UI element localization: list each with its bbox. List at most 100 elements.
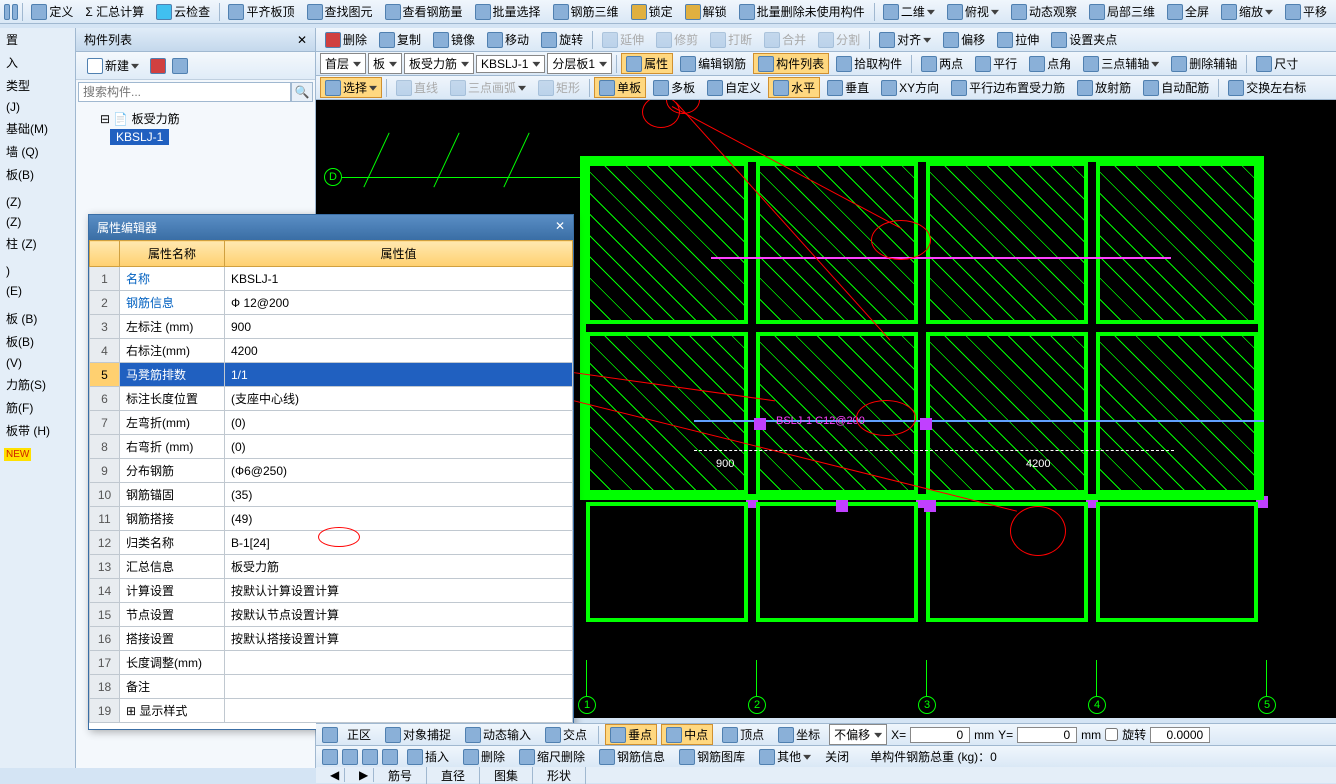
properties-button[interactable]: 属性 (621, 53, 673, 74)
floor-combo[interactable]: 首层 (320, 53, 366, 74)
slab-cell[interactable] (1096, 502, 1258, 622)
category-item[interactable]: (J) (0, 97, 75, 117)
merge-button[interactable]: 合并 (759, 29, 811, 50)
mirror-button[interactable]: 镜像 (428, 29, 480, 50)
pick-component-button[interactable]: 拾取构件 (831, 53, 907, 74)
rect-button[interactable]: 矩形 (533, 77, 585, 98)
member-combo[interactable]: KBSLJ-1 (476, 55, 545, 73)
component-combo[interactable]: 板 (368, 53, 402, 74)
local-3d-button[interactable]: 局部三维 (1084, 1, 1160, 22)
grip-handle[interactable] (754, 418, 766, 430)
coord-button[interactable]: 坐标 (773, 724, 825, 745)
search-input[interactable] (78, 82, 291, 102)
refresh-icon[interactable] (172, 58, 188, 74)
rotate-value[interactable]: 0.0000 (1150, 727, 1210, 743)
category-item[interactable]: (V) (0, 353, 75, 373)
vertical-button[interactable]: 垂直 (822, 77, 874, 98)
category-item[interactable]: 板(B) (0, 163, 75, 186)
property-row[interactable]: 14计算设置按默认计算设置计算 (90, 579, 573, 603)
category-item[interactable]: 类型 (0, 74, 75, 97)
nav-next-icon[interactable] (362, 749, 378, 765)
extend-button[interactable]: 延伸 (597, 29, 649, 50)
edit-rebar-button[interactable]: 编辑钢筋 (675, 53, 751, 74)
layer-combo[interactable]: 分层板1 (547, 53, 612, 74)
tab-2[interactable]: 直径 (427, 767, 480, 784)
unlock-button[interactable]: 解锁 (680, 1, 732, 22)
grip-button[interactable]: 设置夹点 (1046, 29, 1122, 50)
rebar-3d-button[interactable]: 钢筋三维 (548, 1, 624, 22)
property-row[interactable]: 16搭接设置按默认搭接设置计算 (90, 627, 573, 651)
tab-3[interactable]: 图集 (480, 767, 533, 784)
grip-handle[interactable] (924, 500, 936, 512)
category-item[interactable]: (Z) (0, 212, 75, 232)
category-item[interactable]: 板(B) (0, 330, 75, 353)
category-item[interactable]: 力筋(S) (0, 373, 75, 396)
batch-select-button[interactable]: 批量选择 (470, 1, 546, 22)
property-row[interactable]: 7左弯折(mm)(0) (90, 411, 573, 435)
y-coord[interactable]: 0 (1017, 727, 1077, 743)
delete-aux-button[interactable]: 删除辅轴 (1166, 53, 1242, 74)
arc-button[interactable]: 三点画弧 (445, 77, 531, 98)
category-item[interactable]: 柱 (Z) (0, 232, 75, 255)
category-item[interactable]: ) (0, 261, 75, 281)
search-button[interactable]: 🔍 (291, 82, 313, 102)
category-item[interactable]: 筋(F) (0, 396, 75, 419)
dyninput-button[interactable]: 动态输入 (460, 724, 536, 745)
parallel-rebar-button[interactable]: 平行边布置受力筋 (946, 77, 1070, 98)
select-button[interactable]: 选择 (320, 77, 382, 98)
category-item[interactable]: 入 (0, 51, 75, 74)
tab-4[interactable]: 形状 (533, 767, 586, 784)
category-item[interactable]: (Z) (0, 192, 75, 212)
new-component-button[interactable]: 新建 (82, 55, 144, 76)
property-row[interactable]: 2钢筋信息Ф 12@200 (90, 291, 573, 315)
sum-button[interactable]: Σ 汇总计算 (80, 1, 149, 22)
slab-cell[interactable] (756, 502, 918, 622)
rebar-lib-button[interactable]: 钢筋图库 (674, 746, 750, 767)
property-row[interactable]: 4右标注(mm)4200 (90, 339, 573, 363)
panel-close-icon[interactable]: ✕ (297, 33, 307, 47)
tree-root[interactable]: ⊟ 📄 板受力筋 (82, 108, 309, 129)
offset-mode-combo[interactable]: 不偏移 (829, 724, 887, 745)
offset-button[interactable]: 偏移 (938, 29, 990, 50)
find-element-button[interactable]: 查找图元 (302, 1, 378, 22)
copy-button[interactable]: 复制 (374, 29, 426, 50)
tab-1[interactable]: 筋号 (374, 767, 427, 784)
property-row[interactable]: 13汇总信息板受力筋 (90, 555, 573, 579)
property-row[interactable]: 19⊞ 显示样式 (90, 699, 573, 723)
break-button[interactable]: 打断 (705, 29, 757, 50)
category-item[interactable]: (E) (0, 281, 75, 301)
slab-cell[interactable] (926, 502, 1088, 622)
auto-rebar-button[interactable]: 自动配筋 (1138, 77, 1214, 98)
parallel-button[interactable]: 平行 (970, 53, 1022, 74)
close-button[interactable]: 关闭 (820, 746, 854, 767)
nav-last-icon[interactable] (382, 749, 398, 765)
custom-button[interactable]: 自定义 (702, 77, 766, 98)
horizontal-button[interactable]: 水平 (768, 77, 820, 98)
redo-icon[interactable] (12, 4, 18, 20)
other-button[interactable]: 其他 (754, 746, 816, 767)
dialog-close-icon[interactable]: ✕ (555, 219, 565, 236)
lock-button[interactable]: 锁定 (626, 1, 678, 22)
dynamic-view-button[interactable]: 动态观察 (1006, 1, 1082, 22)
cross-button[interactable]: 交点 (540, 724, 592, 745)
cloud-check-button[interactable]: 云检查 (151, 1, 215, 22)
property-row[interactable]: 6标注长度位置(支座中心线) (90, 387, 573, 411)
delete-icon[interactable] (150, 58, 166, 74)
top-button[interactable]: 顶点 (717, 724, 769, 745)
three-aux-button[interactable]: 三点辅轴 (1078, 53, 1164, 74)
nav-prev-icon[interactable] (342, 749, 358, 765)
category-item[interactable]: 板带 (H) (0, 419, 75, 442)
stretch-button[interactable]: 拉伸 (992, 29, 1044, 50)
scale-del-button[interactable]: 缩尺删除 (514, 746, 590, 767)
perspective-button[interactable]: 俯视 (942, 1, 1004, 22)
rotate-checkbox[interactable] (1105, 728, 1118, 741)
perp-button[interactable]: 垂点 (605, 724, 657, 745)
delete-button[interactable]: 删除 (320, 29, 372, 50)
point-angle-button[interactable]: 点角 (1024, 53, 1076, 74)
trim-button[interactable]: 修剪 (651, 29, 703, 50)
category-item[interactable]: 板 (B) (0, 307, 75, 330)
swap-button[interactable]: 交换左右标 (1223, 77, 1311, 98)
property-row[interactable]: 5马凳筋排数1/1 (90, 363, 573, 387)
rotate-button[interactable]: 旋转 (536, 29, 588, 50)
delete2-button[interactable]: 删除 (458, 746, 510, 767)
